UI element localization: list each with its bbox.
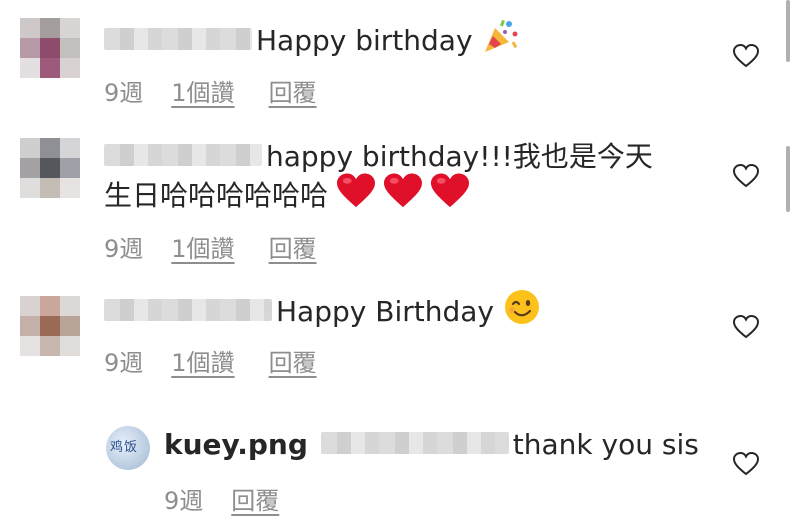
timestamp: 9週 <box>164 487 204 515</box>
comment-text: happy birthday!!!我也是今天 <box>104 136 653 178</box>
reply-avatar[interactable]: 鸡饭 <box>106 426 150 470</box>
reply-button[interactable]: 回覆 <box>269 73 317 108</box>
timestamp: 9週 <box>104 235 144 263</box>
likes-count[interactable]: 1個讚 <box>171 343 234 378</box>
comment-text: Happy birthday <box>104 16 521 68</box>
timestamp: 9週 <box>104 79 144 107</box>
comment-meta: 9週 回覆 <box>164 481 279 516</box>
like-heart-icon[interactable] <box>733 164 759 188</box>
red-heart-icon <box>336 173 375 221</box>
blurred-username[interactable] <box>104 299 272 321</box>
scrollbar[interactable] <box>786 146 790 212</box>
comment-text-line2: 生日哈哈哈哈哈哈 <box>104 173 469 221</box>
like-heart-icon[interactable] <box>733 452 759 476</box>
reply-button[interactable]: 回覆 <box>269 229 317 264</box>
avatar-text: 鸡饭 <box>110 440 139 455</box>
like-heart-icon[interactable] <box>733 44 759 68</box>
likes-count[interactable]: 1個讚 <box>171 229 234 264</box>
avatar[interactable] <box>20 296 80 356</box>
comment-meta: 9週 1個讚 回覆 <box>104 229 317 264</box>
avatar[interactable] <box>20 18 80 78</box>
blurred-username[interactable] <box>104 28 252 50</box>
red-heart-icon <box>430 173 469 221</box>
comment-meta: 9週 1個讚 回覆 <box>104 73 317 108</box>
blurred-username[interactable] <box>104 144 262 166</box>
reply-button[interactable]: 回覆 <box>269 343 317 378</box>
username[interactable]: kuey.png <box>164 428 308 461</box>
comment-meta: 9週 1個讚 回覆 <box>104 343 317 378</box>
reply-comment-text: kuey.png thank you sis <box>164 424 699 466</box>
comment-body: thank you sis <box>512 428 699 461</box>
likes-count[interactable]: 1個讚 <box>171 73 234 108</box>
blurred-mention[interactable] <box>320 432 509 454</box>
comment-body: Happy Birthday <box>276 295 494 328</box>
like-heart-icon[interactable] <box>733 315 759 339</box>
party-popper-icon <box>481 16 521 68</box>
timestamp: 9週 <box>104 349 144 377</box>
scrollbar[interactable] <box>786 0 790 62</box>
reply-button[interactable]: 回覆 <box>231 481 279 516</box>
avatar[interactable] <box>20 138 80 198</box>
winking-face-icon <box>503 288 541 338</box>
comment-body: Happy birthday <box>256 24 473 57</box>
red-heart-icon <box>383 173 422 221</box>
comment-text: Happy Birthday <box>104 288 541 338</box>
comment-body-line2: 生日哈哈哈哈哈哈 <box>104 179 329 212</box>
comment-body-line1: happy birthday!!!我也是今天 <box>266 140 653 173</box>
